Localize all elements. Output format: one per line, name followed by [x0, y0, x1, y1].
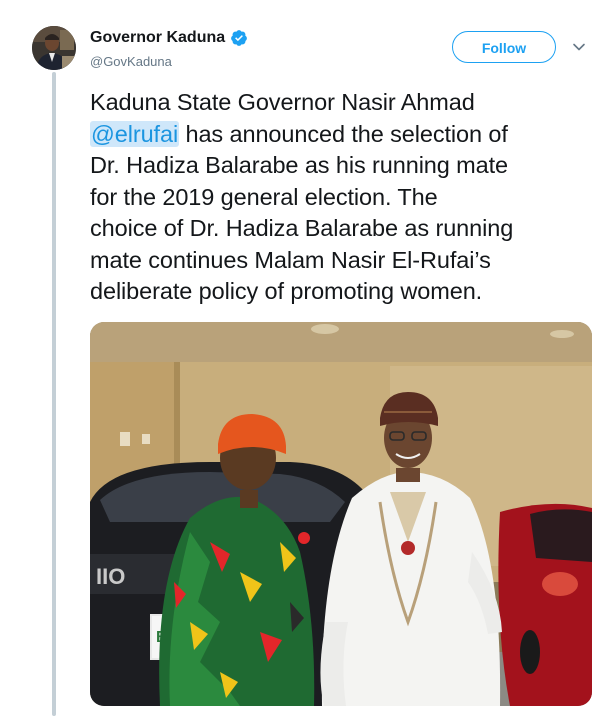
tweet-text-line: for the 2019 general election. The: [90, 183, 438, 210]
verified-badge-icon: [231, 30, 248, 46]
tweet-text: Kaduna State Governor Nasir Ahmad @elruf…: [90, 87, 605, 308]
tweet-text-line: @elrufai has announced the selection of: [90, 119, 605, 151]
tweet-text-line: Dr. Hadiza Balarabe as his running mate: [90, 152, 509, 178]
mention-link[interactable]: @elrufai: [90, 120, 180, 147]
tweet-text-line: deliberate policy of promoting women.: [90, 278, 483, 304]
car-badge-text: IIO: [96, 564, 125, 589]
account-name-row[interactable]: Governor Kaduna: [90, 29, 248, 47]
account-handle[interactable]: @GovKaduna: [90, 54, 172, 69]
tweet-text-line: mate continues Malam Nasir El-Rufai’s: [90, 246, 491, 273]
follow-button[interactable]: Follow: [452, 31, 556, 63]
tweet-photo[interactable]: IIO B: [90, 322, 592, 706]
chevron-down-icon[interactable]: [572, 40, 586, 54]
tweet-text-line: Kaduna State Governor Nasir Ahmad: [90, 89, 475, 115]
avatar-image: [32, 26, 76, 70]
display-name[interactable]: Governor Kaduna: [90, 29, 225, 47]
thread-line: [52, 72, 56, 716]
avatar[interactable]: [32, 26, 76, 70]
tweet-text-line: choice of Dr. Hadiza Balarabe as running: [90, 215, 514, 241]
tweet-text-fragment: has announced the selection of: [179, 120, 508, 147]
tweet-card: Governor Kaduna @GovKaduna Follow Kaduna…: [0, 0, 612, 716]
photo-illustration: IIO B: [90, 322, 592, 706]
